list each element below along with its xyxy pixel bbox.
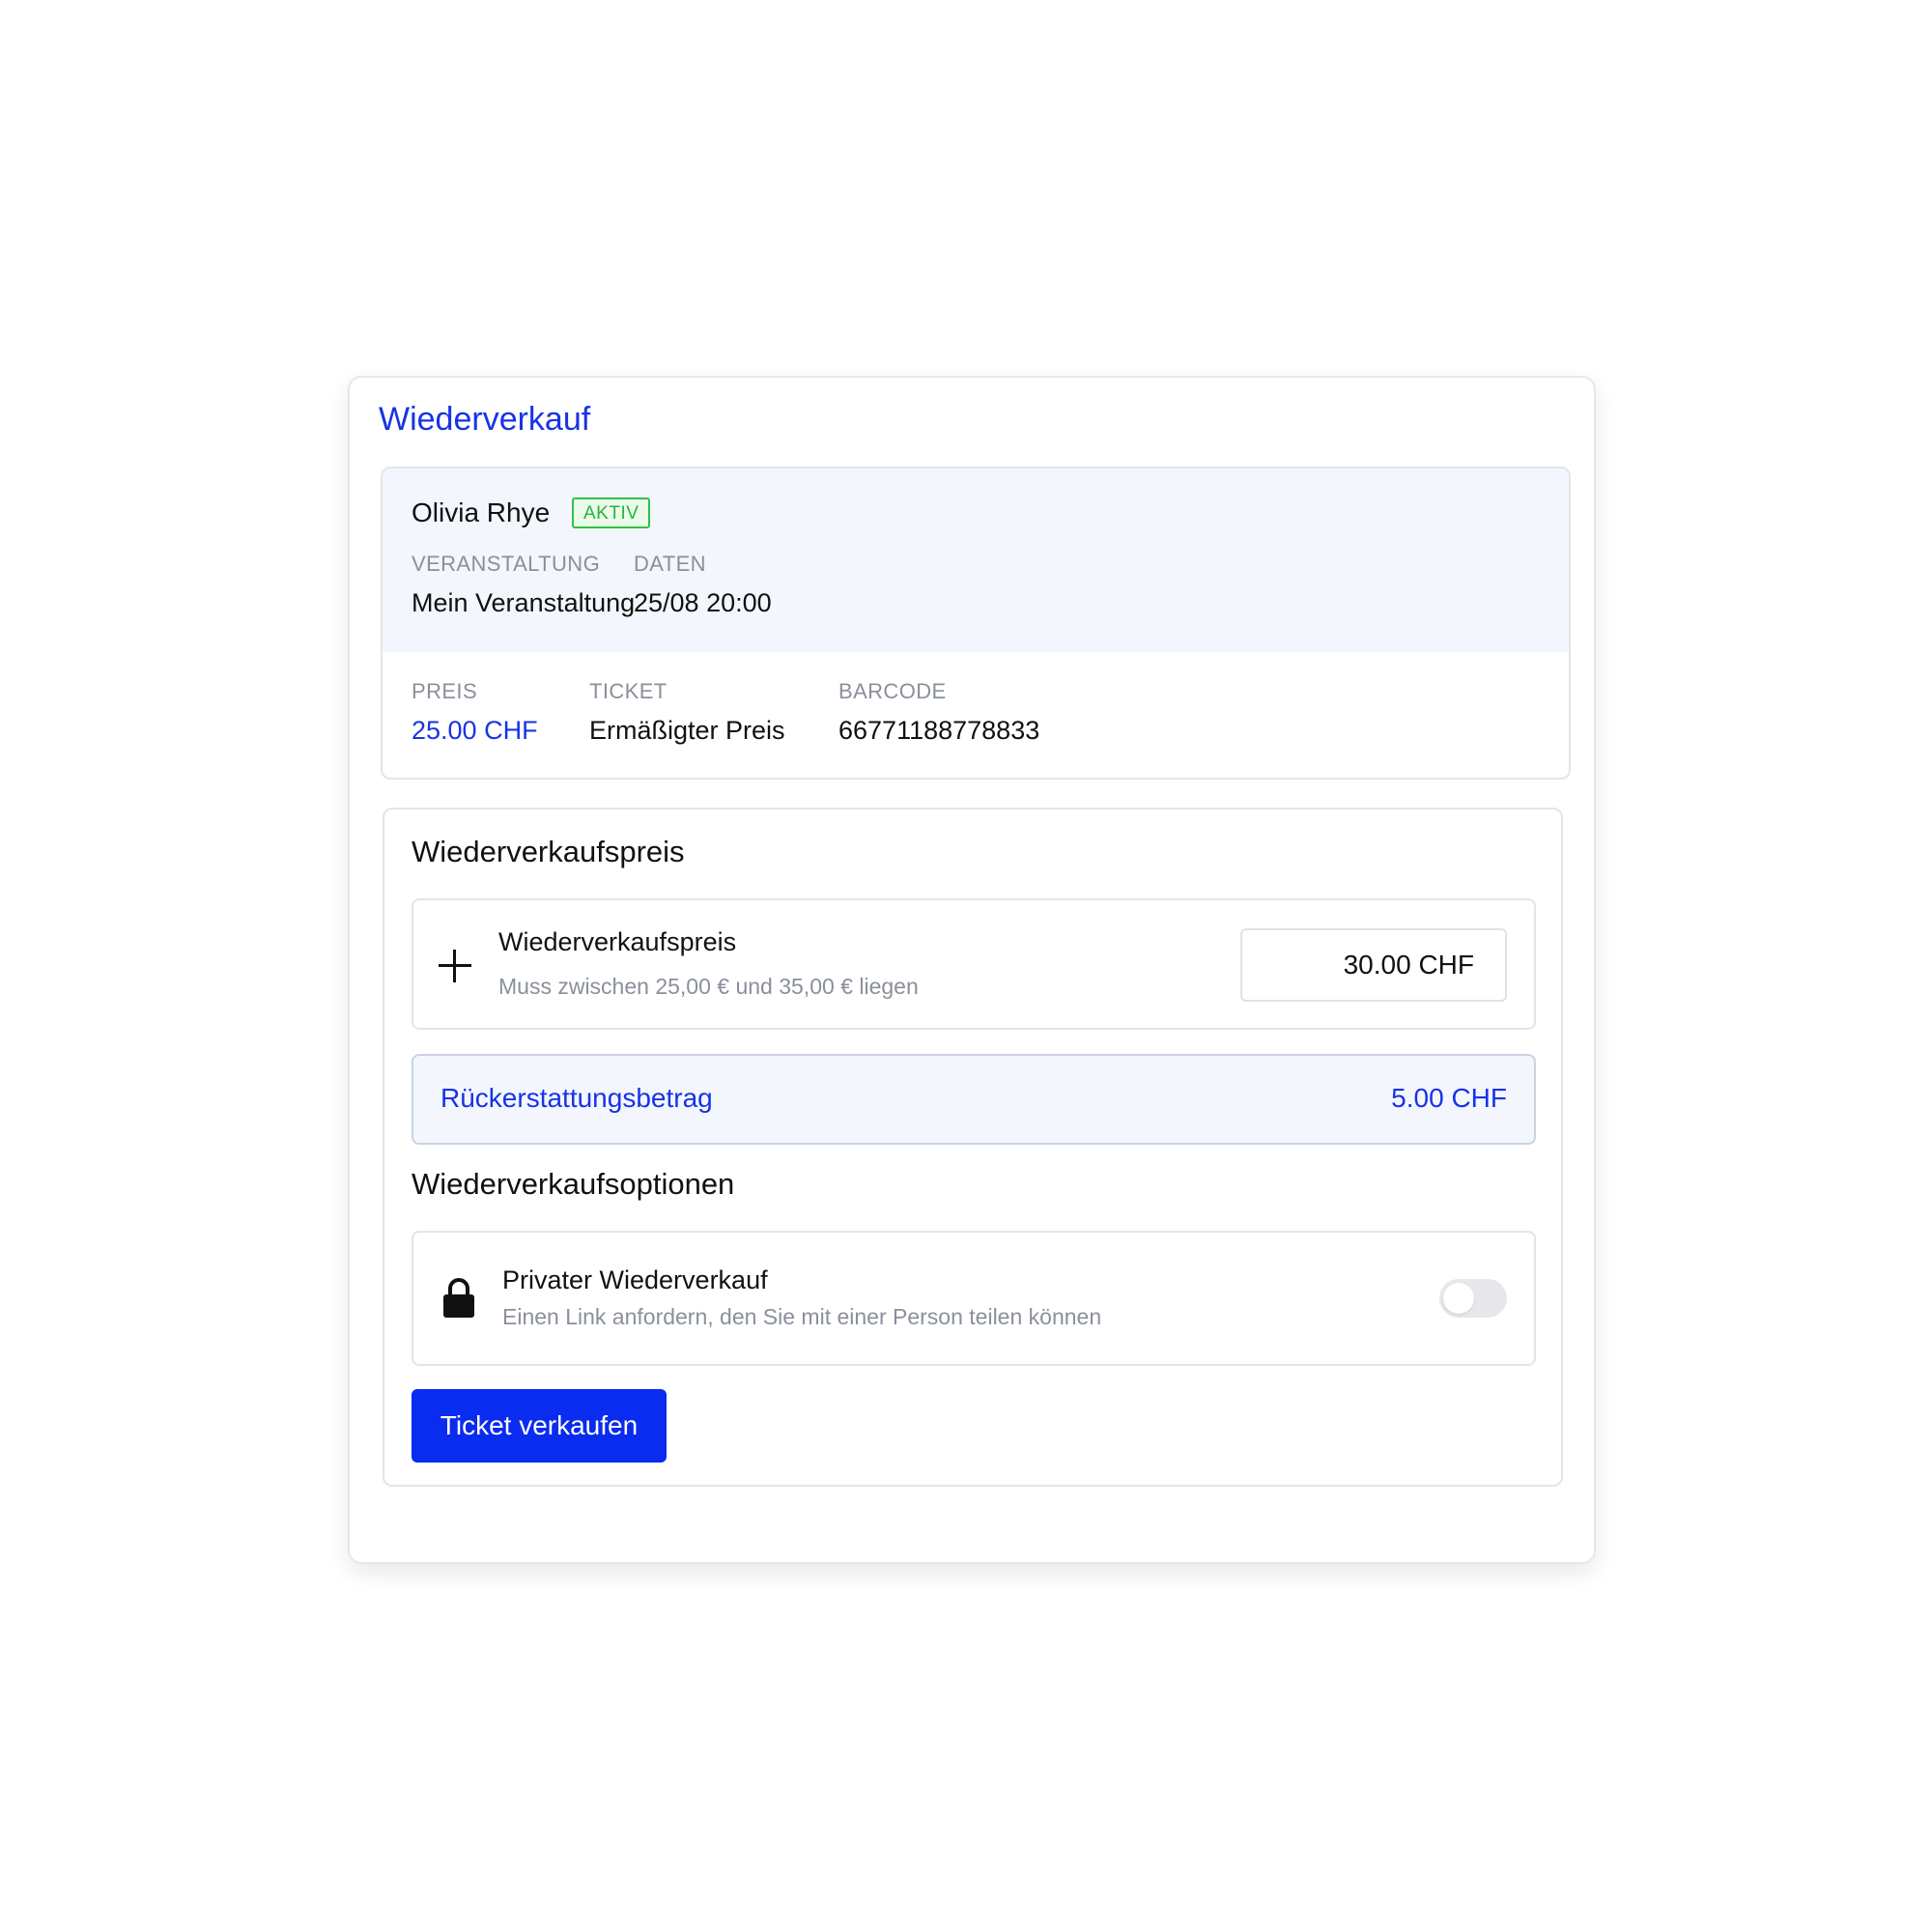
refund-label: Rückerstattungsbetrag bbox=[440, 1083, 713, 1113]
private-resale-hint: Einen Link anfordern, den Sie mit einer … bbox=[502, 1304, 1102, 1329]
refund-amount-box: Rückerstattungsbetrag 5.00 CHF bbox=[412, 1054, 1536, 1145]
holder-name: Olivia Rhye bbox=[412, 497, 551, 527]
resale-price-input[interactable] bbox=[1240, 928, 1507, 1002]
event-label: VERANSTALTUNG bbox=[412, 552, 601, 576]
barcode-label: BARCODE bbox=[838, 679, 947, 703]
status-badge: AKTIV bbox=[572, 497, 651, 528]
card-title: Wiederverkauf bbox=[379, 401, 591, 438]
private-resale-title: Privater Wiederverkauf bbox=[502, 1265, 768, 1294]
event-value: Mein Veranstaltung bbox=[412, 588, 636, 617]
date-value: 25/08 20:00 bbox=[634, 588, 772, 617]
plus-icon bbox=[439, 950, 471, 982]
ticket-type-value: Ermäßigter Preis bbox=[589, 716, 785, 745]
refund-value: 5.00 CHF bbox=[1391, 1083, 1507, 1113]
ticket-type-label: TICKET bbox=[589, 679, 668, 703]
resale-price-row: Wiederverkaufspreis Muss zwischen 25,00 … bbox=[412, 898, 1536, 1030]
resale-price-heading: Wiederverkaufspreis bbox=[412, 835, 685, 868]
resale-price-row-title: Wiederverkaufspreis bbox=[498, 927, 737, 956]
resale-card: Wiederverkauf Olivia Rhye AKTIV VERANSTA… bbox=[348, 376, 1596, 1564]
ticket-summary: Olivia Rhye AKTIV VERANSTALTUNG Mein Ver… bbox=[381, 467, 1571, 780]
resale-panel: Wiederverkaufspreis Wiederverkaufspreis … bbox=[383, 808, 1563, 1487]
price-value: 25.00 CHF bbox=[412, 716, 538, 745]
sell-ticket-button[interactable]: Ticket verkaufen bbox=[412, 1389, 667, 1463]
lock-icon bbox=[443, 1278, 474, 1318]
toggle-knob bbox=[1443, 1283, 1474, 1314]
resale-options-heading: Wiederverkaufsoptionen bbox=[412, 1167, 735, 1201]
price-label: PREIS bbox=[412, 679, 478, 703]
private-resale-toggle[interactable] bbox=[1439, 1279, 1507, 1318]
resale-price-hint: Muss zwischen 25,00 € und 35,00 € liegen bbox=[498, 974, 919, 999]
barcode-value: 66771188778833 bbox=[838, 716, 1040, 745]
private-resale-row: Privater Wiederverkauf Einen Link anford… bbox=[412, 1231, 1536, 1366]
date-label: DATEN bbox=[634, 552, 706, 576]
